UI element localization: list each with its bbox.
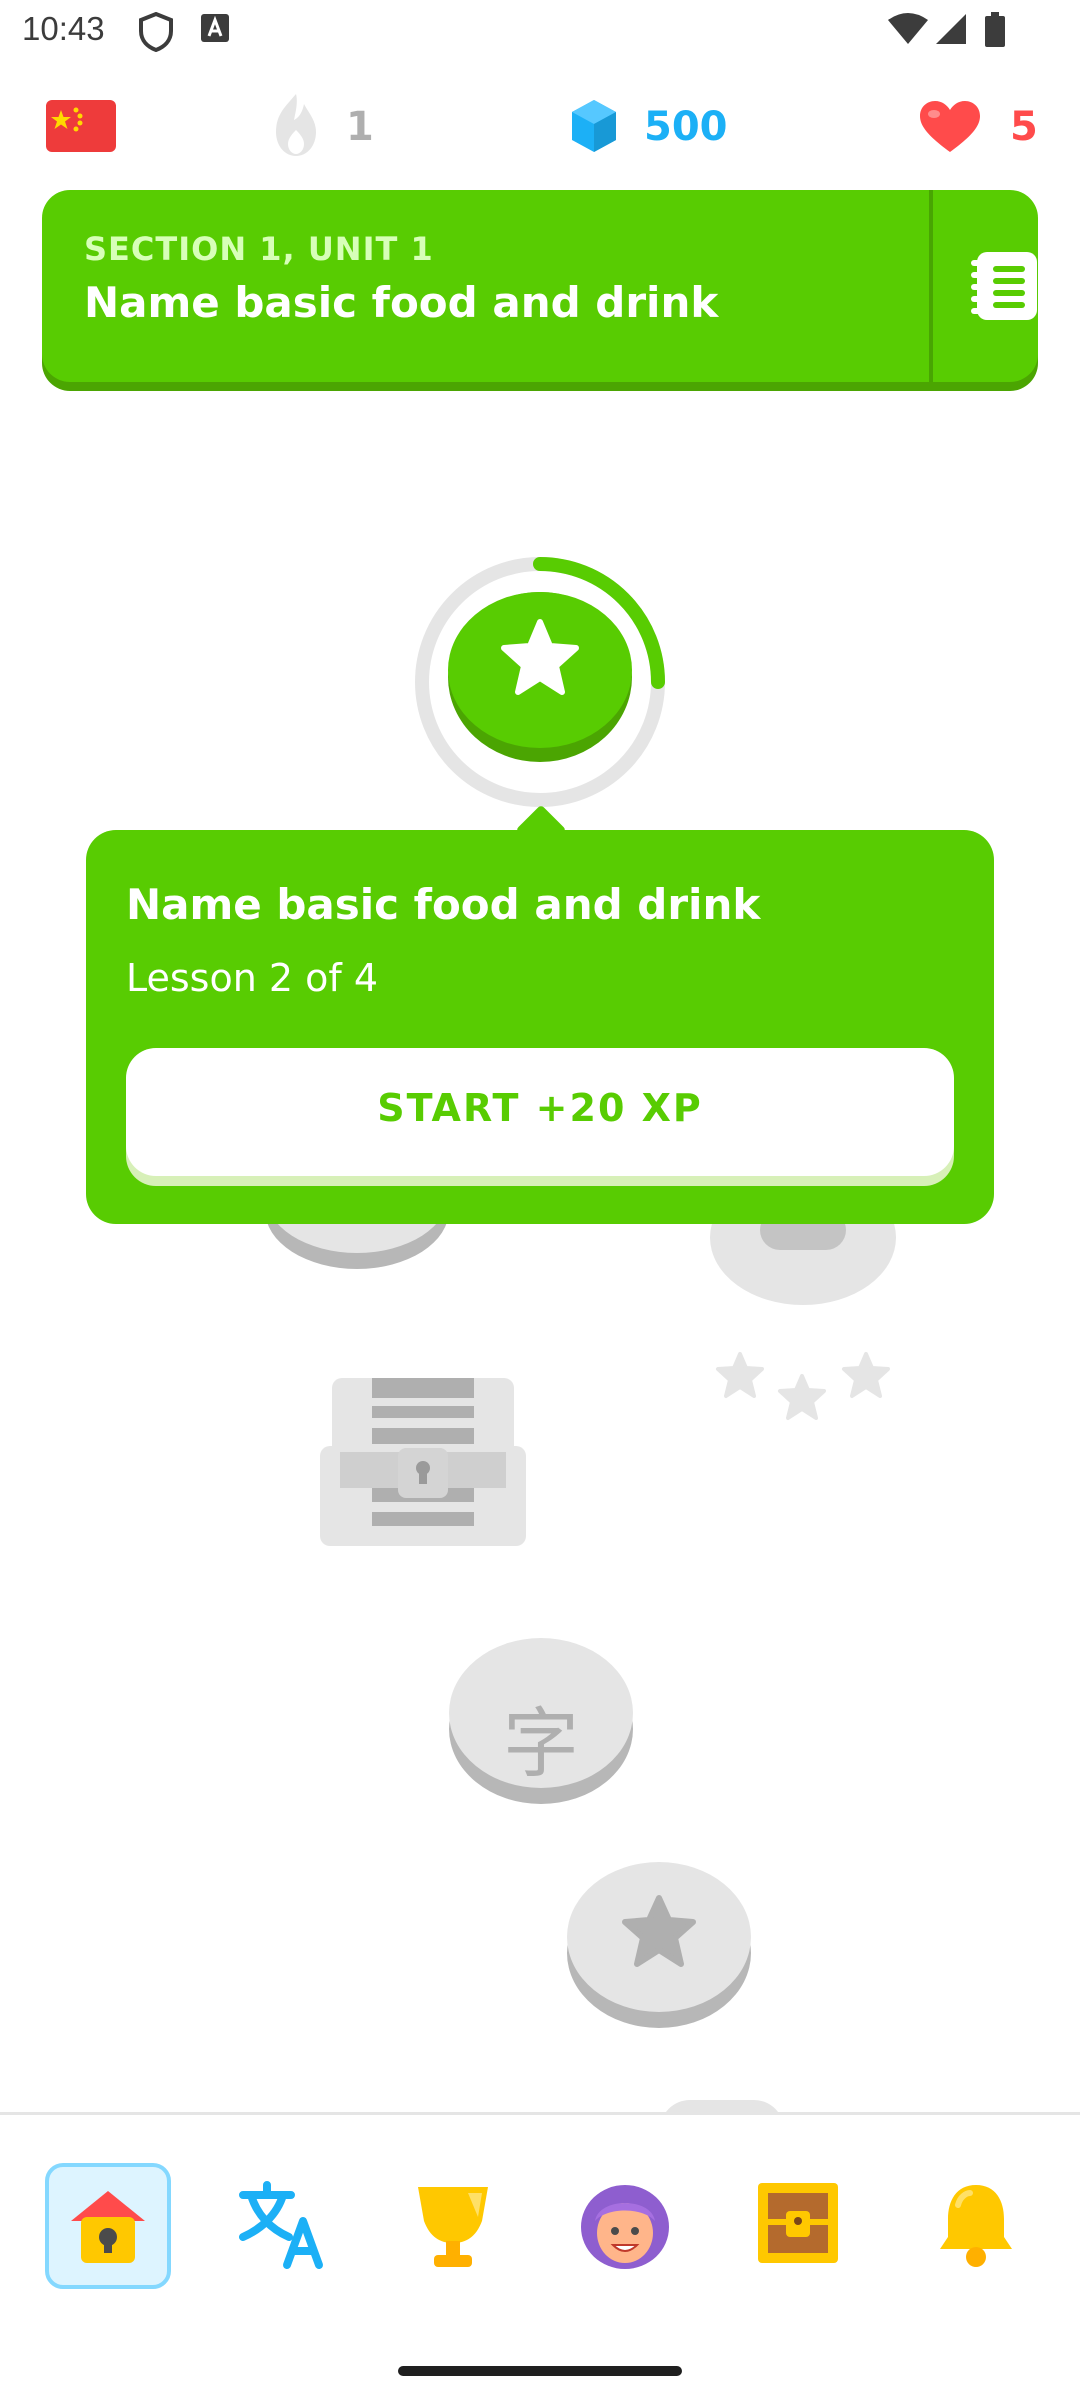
locked-stars: [716, 1352, 890, 1420]
current-lesson-node[interactable]: [410, 552, 670, 812]
treasure-chest-node[interactable]: [318, 1376, 528, 1548]
home-indicator: [398, 2366, 682, 2376]
wifi-icon: [888, 12, 928, 50]
treasure-chest-icon: [320, 1378, 526, 1546]
status-time: 10:43: [22, 10, 105, 47]
nav-letters[interactable]: [217, 2163, 343, 2289]
gems-count: 500: [644, 104, 728, 150]
battery-icon: [984, 12, 1006, 52]
popup-title: Name basic food and drink: [126, 880, 761, 929]
streak-button[interactable]: 1: [268, 92, 378, 162]
heart-icon: [920, 101, 980, 152]
bell-icon: [940, 2185, 1012, 2267]
unit-title: Name basic food and drink: [84, 278, 719, 327]
nav-profile[interactable]: [563, 2163, 689, 2289]
signal-icon: [934, 12, 968, 50]
star-icon: [501, 619, 579, 695]
nav-shop[interactable]: [736, 2163, 862, 2289]
hearts-button[interactable]: 5: [918, 96, 1038, 160]
home-icon: [71, 2191, 145, 2263]
china-flag-icon: [46, 100, 116, 152]
popup-subtitle: Lesson 2 of 4: [126, 956, 379, 1000]
a-icon: [200, 12, 230, 48]
character-glyph: 字: [503, 1699, 579, 1788]
lesson-popup: Name basic food and drink Lesson 2 of 4 …: [86, 830, 994, 1224]
status-bar: 10:43: [0, 0, 1080, 64]
streak-count: 1: [346, 104, 374, 150]
gem-icon: [572, 100, 616, 152]
guidebook-button[interactable]: [933, 190, 1038, 382]
nav-leaderboard[interactable]: [390, 2163, 516, 2289]
flame-icon: [276, 94, 316, 156]
translate-icon: [239, 2181, 323, 2269]
profile-avatar-icon: [581, 2185, 669, 2269]
start-button-label: START +20 XP: [377, 1086, 703, 1130]
guidebook-icon: [971, 252, 1037, 320]
hearts-count: 5: [1010, 104, 1038, 150]
unit-banner: SECTION 1, UNIT 1 Name basic food and dr…: [42, 190, 1038, 382]
start-lesson-button[interactable]: START +20 XP: [126, 1048, 954, 1176]
star-icon: [622, 1895, 696, 1967]
shop-chest-icon: [758, 2183, 838, 2263]
unit-section-label: SECTION 1, UNIT 1: [84, 230, 434, 268]
character-lesson-node[interactable]: 字: [449, 1638, 633, 1788]
trophy-icon: [418, 2187, 488, 2267]
nav-notifications[interactable]: [910, 2163, 1036, 2289]
nav-home[interactable]: [45, 2163, 171, 2289]
star-lesson-node[interactable]: [567, 1862, 751, 2012]
gems-button[interactable]: 500: [570, 96, 730, 160]
course-flag-button[interactable]: [46, 100, 116, 152]
shield-icon: [138, 11, 174, 56]
